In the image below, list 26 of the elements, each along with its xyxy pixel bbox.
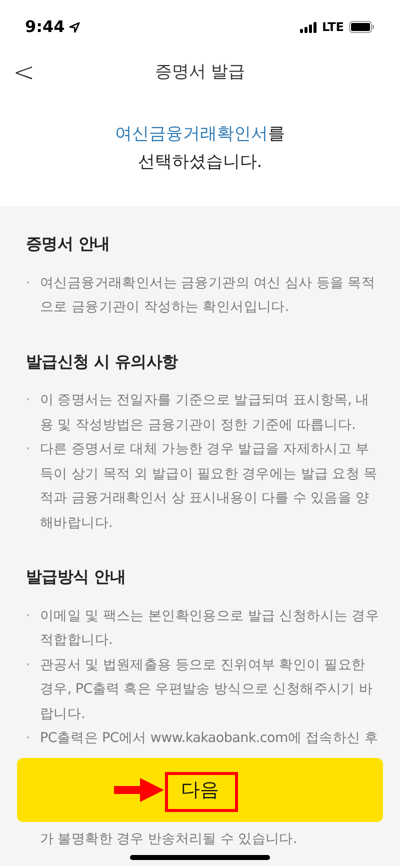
section-title: 증명서 안내	[26, 233, 111, 255]
bullet-mark: ·	[26, 274, 31, 292]
bullet-mark: ·	[26, 440, 31, 459]
location-icon	[68, 22, 80, 32]
bullet-mark: ·	[26, 729, 31, 748]
bullet-text: 여신금융거래확인서는 금융기관의 여신 심사 등을 목적으로 금융기관이 작성하는 확인서입니다.	[40, 274, 376, 317]
bullet-text: PC출력은 PC에서 www.kakaobank.com에 접속하신 후	[40, 729, 378, 748]
bullet-text: 가 불명확한 경우 반송처리될 수 있습니다.	[40, 830, 297, 846]
bullet-mark: ·	[26, 391, 31, 410]
arrow-icon	[114, 778, 164, 802]
back-button[interactable]: <	[13, 60, 33, 86]
next-button[interactable]: 다음	[17, 758, 383, 822]
status-time: 9:44	[25, 16, 65, 38]
bullet-text: 관공서 및 법원제출용 등으로 진위여부 확인이 필요한 경우, PC출력 혹은 우편발송 방식으로 신청해주시기 바랍니다.	[40, 656, 374, 724]
section-title: 발급신청 시 유의사항	[26, 350, 179, 372]
battery-icon	[349, 21, 375, 33]
page-title: 증명서 발급	[154, 60, 246, 84]
bullet-text: 다른 증명서로 대체 가능한 경우 발급을 자제하시고 부득이 상기 목적 외 발급이 필요한 경우에는 발급 요청 목적과 금융거래확인서 상 표시내용이 다를 수 있음을 양해바랍니다.	[40, 440, 378, 532]
bullet-text: 이 증명서는 전일자를 기준으로 발급되며 표시항목, 내용 및 작성방법은 금융기관이 정한 기준에 따릅니다.	[40, 391, 370, 434]
section-title: 발급방식 안내	[26, 566, 126, 588]
bullet-mark: ·	[26, 606, 31, 626]
bullet-text: 이메일 및 팩스는 본인확인용으로 발급 신청하시는 경우 적합합니다.	[40, 606, 380, 650]
bullet-mark: ·	[26, 656, 31, 674]
network-label: LTE	[322, 19, 344, 36]
selection-message: 여신금융거래확인서 를 선택하셨습니다.	[115, 122, 285, 174]
signal-icon	[300, 22, 317, 32]
